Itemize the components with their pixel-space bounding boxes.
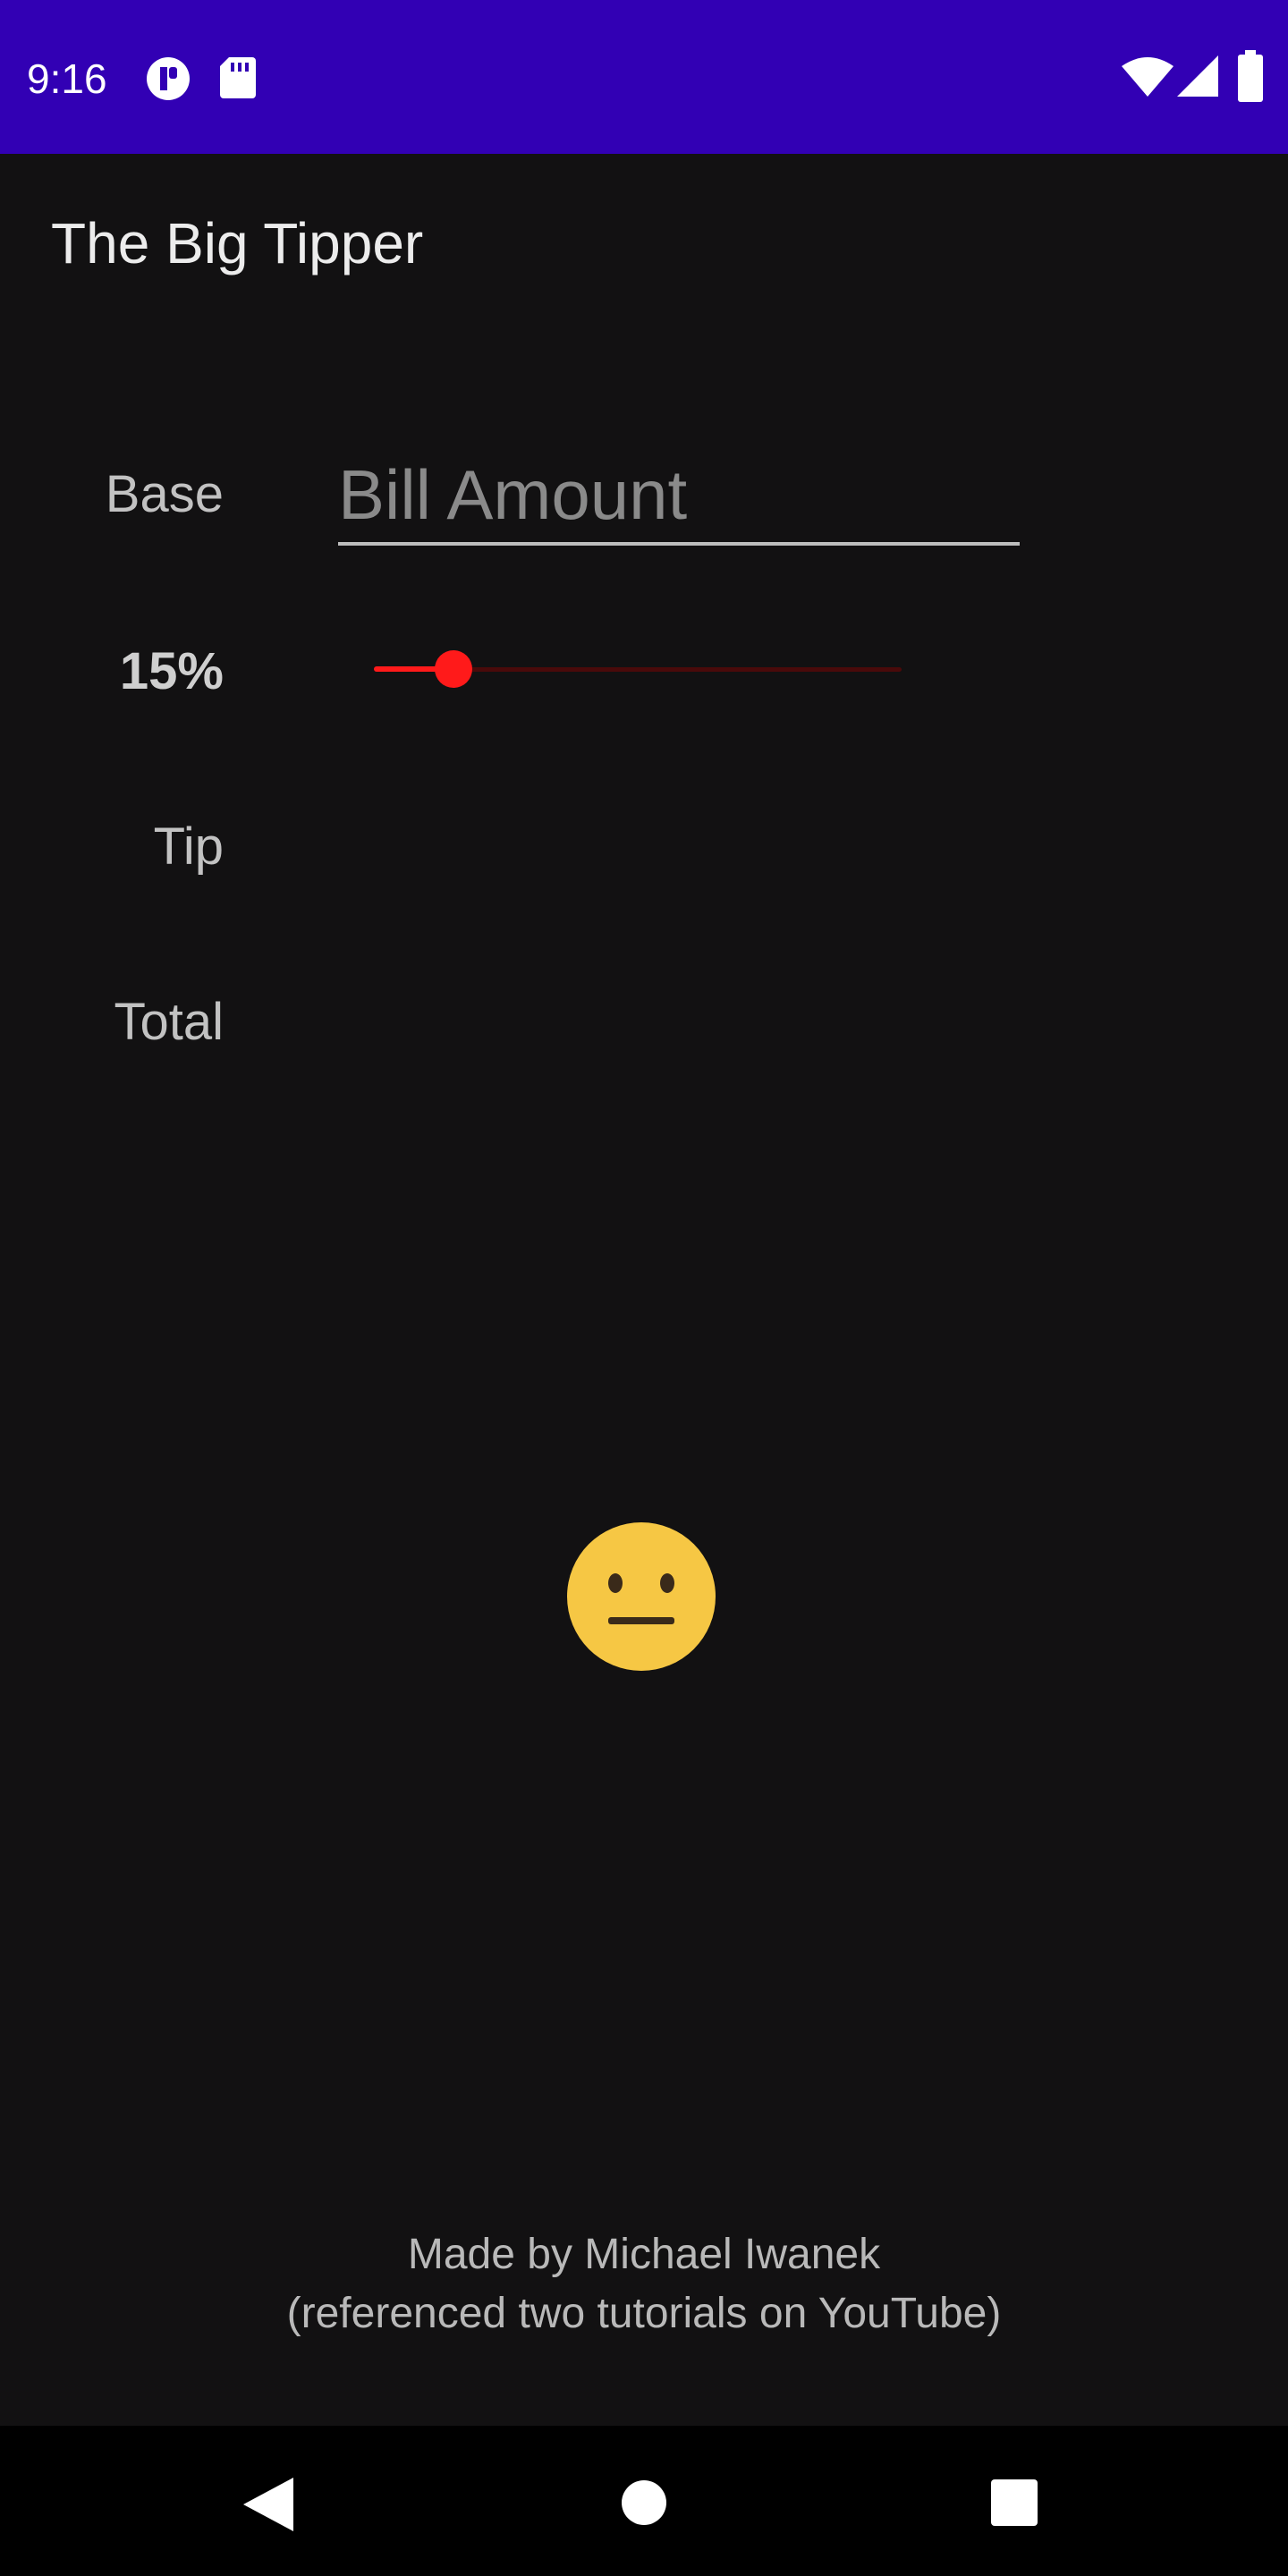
signal-icon (1177, 55, 1218, 101)
footer-line-1: Made by Michael Iwanek (407, 2231, 881, 2278)
wifi-icon (1122, 55, 1174, 101)
navigation-bar (0, 2426, 1288, 2576)
base-label: Base (105, 465, 224, 523)
slider-thumb[interactable] (434, 650, 472, 688)
tip-label: Tip (153, 818, 224, 876)
footer-line-2: (referenced two tutorials on YouTube) (286, 2290, 1002, 2337)
battery-icon (1238, 50, 1263, 106)
footer-credits: Made by Michael Iwanek (referenced two t… (0, 2225, 1288, 2343)
recents-icon[interactable] (991, 2479, 1038, 2530)
home-icon[interactable] (621, 2479, 667, 2530)
status-time: 9:16 (27, 55, 107, 102)
back-icon[interactable] (243, 2478, 293, 2536)
bill-amount-input[interactable] (338, 447, 1020, 546)
app-notification-icon (145, 55, 191, 106)
sd-card-icon (220, 57, 256, 103)
tip-percent-label: 15% (119, 642, 224, 700)
tip-percent-slider[interactable] (374, 648, 902, 691)
total-label: Total (114, 993, 224, 1051)
app-title: The Big Tipper (51, 211, 424, 275)
neutral-face-icon (565, 1521, 717, 1673)
status-bar: 9:16 (0, 0, 1288, 154)
